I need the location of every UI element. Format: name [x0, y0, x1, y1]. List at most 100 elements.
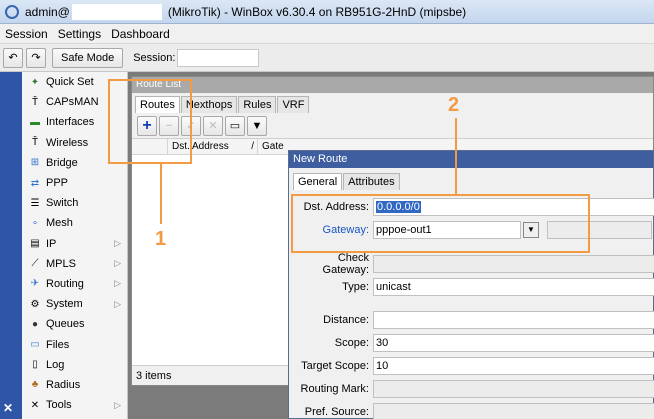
sidebar-item-label: Routing [46, 277, 84, 290]
sidebar-item-system[interactable]: ⚙ System ▷ [22, 294, 127, 314]
undo-button[interactable]: ↶ [3, 47, 23, 68]
tab-rules[interactable]: Rules [238, 96, 277, 113]
menu-dashboard[interactable]: Dashboard [106, 27, 175, 41]
sidebar-item-log[interactable]: ▯ Log [22, 355, 127, 375]
sidebar-item-label: System [46, 298, 83, 311]
chevron-right-icon: ▷ [114, 258, 121, 269]
route-list-toolbar: + − ✓ ✕ ▭ ▼ [132, 113, 653, 139]
bridge-icon: ⊞ [30, 157, 40, 169]
pref-source-label: Pref. Source: [304, 406, 369, 418]
new-route-title[interactable]: New Route [289, 151, 653, 168]
target-scope-field[interactable]: 10 [373, 357, 654, 375]
comment-icon: ▭ [229, 120, 241, 132]
sidebar-item-mpls[interactable]: ⟋ MPLS ▷ [22, 254, 127, 274]
sidebar-item-routing[interactable]: ✈ Routing ▷ [22, 274, 127, 294]
folder-icon: ▭ [30, 339, 40, 351]
mesh-icon: ∘ [31, 217, 39, 229]
sidebar-item-mesh[interactable]: ∘ Mesh [22, 213, 127, 233]
window-title: (MikroTik) - WinBox v6.30.4 on RB951G-2H… [167, 4, 467, 19]
interfaces-icon: ▬ [30, 116, 40, 128]
safe-mode-button[interactable]: Safe Mode [52, 47, 124, 68]
annotation-number-2: 2 [448, 94, 460, 116]
annotation-box-1 [108, 79, 192, 164]
redacted-host [71, 3, 162, 20]
distance-row: Distance: [289, 310, 654, 330]
menu-session[interactable]: Session [0, 27, 53, 41]
queues-icon: ● [31, 318, 39, 330]
type-field[interactable]: unicast [373, 278, 654, 296]
undo-icon: ↶ [8, 52, 18, 64]
sidebar-item-queues[interactable]: ● Queues [22, 314, 127, 334]
menu-settings[interactable]: Settings [53, 27, 106, 41]
routing-mark-row: Routing Mark: [289, 379, 654, 399]
disable-route-button[interactable]: ✕ [203, 115, 223, 136]
pref-source-field[interactable] [373, 403, 654, 419]
routing-mark-field[interactable] [373, 380, 654, 398]
chevron-right-icon: ▷ [114, 298, 121, 309]
switch-icon: ☰ [30, 197, 40, 209]
chevron-right-icon: ▷ [114, 238, 121, 249]
titlebar-user: admin@ [25, 4, 70, 19]
gateway-column-header[interactable]: Gate [258, 139, 284, 154]
log-icon: ▯ [32, 359, 38, 371]
sidebar-item-ppp[interactable]: ⇄ PPP [22, 173, 127, 193]
tools-icon: ✕ [30, 399, 40, 411]
annotation-number-1: 1 [155, 228, 167, 250]
sidebar-item-label: Log [46, 358, 65, 371]
check-gateway-label: Check Gateway: [322, 252, 369, 276]
redo-button[interactable]: ↷ [26, 47, 46, 68]
sidebar-item-label: Interfaces [46, 116, 95, 129]
sidebar-item-switch[interactable]: ☰ Switch [22, 193, 127, 213]
tab-attributes[interactable]: Attributes [343, 173, 400, 190]
wand-icon: ✦ [30, 76, 40, 88]
session-input[interactable] [177, 48, 260, 67]
close-icon[interactable]: ✕ [3, 401, 13, 415]
sidebar-item-label: Bridge [46, 156, 78, 169]
ppp-icon: ⇄ [30, 177, 40, 189]
annotation-box-2 [291, 194, 590, 253]
routing-mark-label: Routing Mark: [300, 383, 369, 395]
tab-vrf[interactable]: VRF [277, 96, 310, 113]
main-toolbar: ↶ ↷ Safe Mode Session: [0, 44, 654, 72]
sidebar-item-radius[interactable]: ♣ Radius [22, 375, 127, 395]
sidebar-item-files[interactable]: ▭ Files [22, 334, 127, 354]
redo-icon: ↷ [31, 52, 41, 64]
chevron-right-icon: ▷ [114, 278, 121, 289]
annotation-line-1 [160, 164, 162, 224]
chevron-right-icon: ▷ [114, 399, 121, 410]
sidebar-item-label: Tools [46, 399, 72, 412]
check-gateway-field[interactable] [373, 255, 654, 273]
session-label: Session: [133, 51, 176, 64]
filter-button[interactable]: ▼ [247, 115, 267, 136]
tab-general[interactable]: General [293, 173, 343, 190]
sidebar-item-label: Quick Set [46, 76, 94, 89]
comment-route-button[interactable]: ▭ [225, 115, 245, 136]
routing-icon: ✈ [30, 278, 40, 290]
sort-indicator: / [251, 141, 254, 152]
scope-field[interactable]: 30 [373, 334, 654, 352]
distance-field[interactable] [373, 311, 654, 329]
route-list-title[interactable]: Route List [132, 77, 653, 93]
sidebar-item-tools[interactable]: ✕ Tools ▷ [22, 395, 127, 415]
annotation-line-2 [455, 118, 457, 194]
menu-bar: Session Settings Dashboard [0, 24, 654, 44]
sidebar-item-label: PPP [46, 177, 69, 190]
window-titlebar: admin@ (MikroTik) - WinBox v6.30.4 on RB… [0, 0, 654, 24]
cross-icon: ✕ [208, 120, 218, 132]
type-label: Type: [342, 281, 369, 293]
sidebar-item-ip[interactable]: ▤ IP ▷ [22, 234, 127, 254]
target-scope-row: Target Scope: 10 [289, 356, 654, 376]
sidebar-item-label: CAPsMAN [46, 96, 99, 109]
antenna-icon: Ť [31, 137, 39, 149]
route-list-tabs: Routes Nexthops Rules VRF [132, 93, 653, 113]
filter-icon: ▼ [251, 119, 263, 132]
distance-label: Distance: [323, 314, 369, 326]
sidebar-item-label: IP [46, 237, 57, 250]
scope-row: Scope: 30 [289, 333, 654, 353]
sidebar-item-label: Mesh [46, 217, 73, 230]
new-route-tabs: General Attributes [289, 168, 653, 190]
ip-icon: ▤ [30, 238, 40, 250]
mpls-icon: ⟋ [31, 258, 39, 270]
sidebar-item-label: Wireless [46, 136, 89, 149]
target-scope-label: Target Scope: [301, 360, 369, 372]
